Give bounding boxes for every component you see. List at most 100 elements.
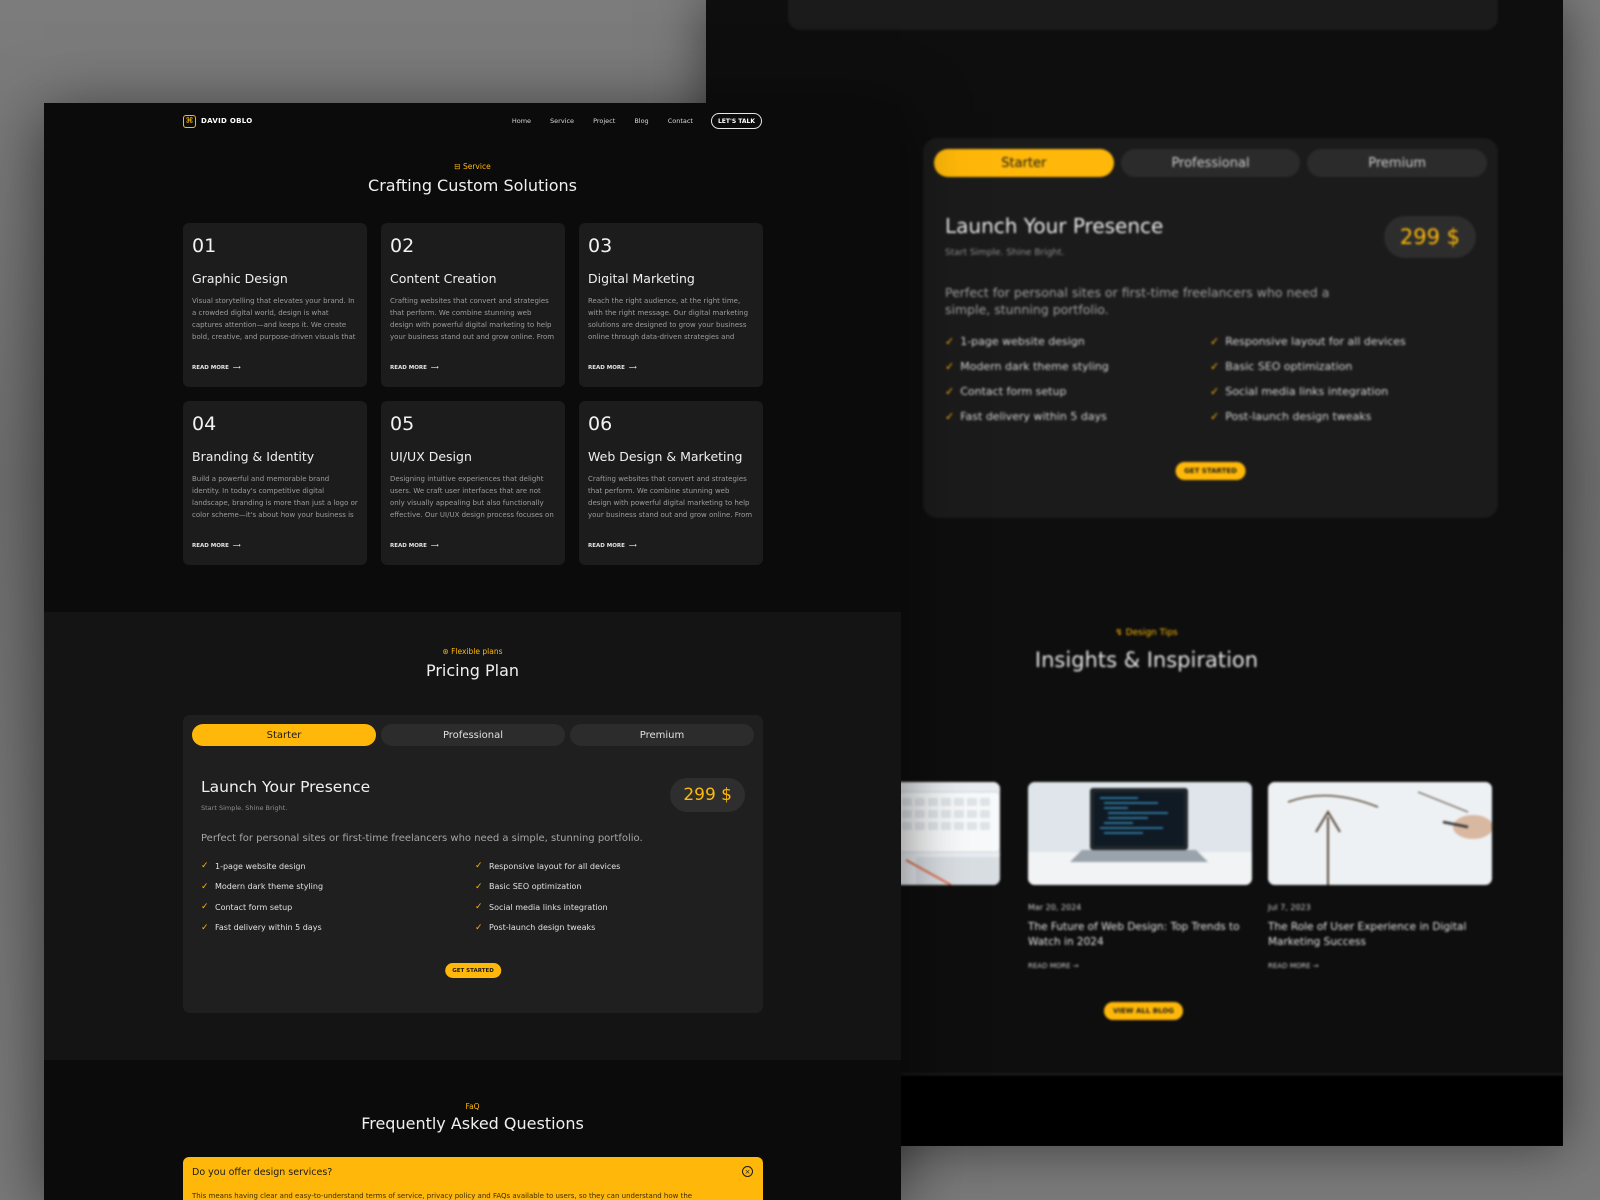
arrow-right-icon: ⟶ [430, 543, 439, 549]
arrow-right-icon: ⟶ [628, 543, 637, 549]
read-more-link[interactable]: READ MORE ⟶ [588, 365, 637, 371]
bg-blog-post-title[interactable]: The Future of Web Design: Top Trends to … [1028, 920, 1252, 950]
lets-talk-button[interactable]: LET'S TALK [710, 113, 762, 129]
faq-question[interactable]: Do you offer design services? [192, 1167, 332, 1178]
service-description: Build a powerful and memorable brand ide… [192, 475, 358, 519]
feature-item: ✓ Contact form setup [201, 902, 293, 912]
service-card[interactable]: 06 Web Design & Marketing Crafting websi… [579, 401, 763, 565]
service-number: 02 [390, 235, 415, 257]
check-icon: ✓ [1210, 409, 1220, 423]
feature-list: ✓ 1-page website design ✓ Responsive layou… [201, 859, 761, 935]
service-card[interactable]: 03 Digital Marketing Reach the right aud… [579, 223, 763, 387]
feature-item: ✓ Basic SEO optimization [475, 881, 582, 892]
read-more-link[interactable]: READ MORE ⟶ [192, 543, 241, 549]
check-icon: ✓ [1210, 384, 1220, 398]
feature-item: ✓ Fast delivery within 5 days [201, 922, 322, 933]
bg-plan-description: Perfect for personal sites or first-time… [945, 285, 1330, 317]
plan-description: Perfect for personal sites or first-time… [201, 833, 643, 844]
service-card[interactable]: 01 Graphic Design Visual storytelling th… [183, 223, 367, 387]
check-icon: ✓ [475, 902, 483, 912]
nav-link-contact[interactable]: Contact [668, 117, 693, 125]
check-icon: ✓ [201, 881, 209, 892]
service-card[interactable]: 05 UI/UX Design Designing intuitive expe… [381, 401, 565, 565]
pricing-tabs: Starter Professional Premium [192, 724, 754, 746]
bg-feature-item: ✓ Modern dark theme styling [945, 359, 1109, 373]
bg-feature-item: ✓ Post-launch design tweaks [1210, 409, 1372, 423]
brand-name[interactable]: DAVID OBLO [201, 117, 252, 125]
faq-title: Frequently Asked Questions [361, 1114, 584, 1133]
services-tag: ⊟ Service [454, 162, 491, 171]
bg-plan-title: Launch Your Presence [945, 214, 1164, 238]
feature-item: ✓ Social media links integration [475, 902, 608, 912]
services-title: Crafting Custom Solutions [368, 176, 577, 195]
bg-blog-post-date: Mar 20, 2024 [1028, 903, 1082, 912]
services-grid: 01 Graphic Design Visual storytelling th… [183, 223, 763, 565]
arrow-right-icon: ⟶ [430, 365, 439, 371]
bg-feature-item: ✓ Basic SEO optimization [1210, 359, 1353, 373]
check-icon: ✓ [201, 861, 209, 871]
tab-professional[interactable]: Professional [381, 724, 565, 746]
bg-feature-item: ✓ Social media links integration [1210, 384, 1389, 398]
tab-premium[interactable]: Premium [570, 724, 754, 746]
pricing-title: Pricing Plan [425, 661, 520, 680]
nav-link-project[interactable]: Project [593, 117, 615, 125]
service-number: 01 [192, 235, 217, 257]
plan-subtitle: Start Simple. Shine Bright. [201, 804, 288, 812]
bg-plan-subtitle: Start Simple. Shine Bright. [945, 248, 1065, 258]
nav-link-service[interactable]: Service [550, 117, 574, 125]
bg-pricing-card: Starter Professional Premium Launch Your… [923, 138, 1498, 518]
bg-view-all-blog-button[interactable]: VIEW ALL BLOG [1104, 1002, 1183, 1020]
read-more-link[interactable]: READ MORE ⟶ [192, 365, 241, 371]
feature-item: ✓ Modern dark theme styling [201, 881, 324, 892]
bg-read-more-link[interactable]: READ MORE → [1028, 962, 1252, 970]
tab-starter[interactable]: Starter [192, 724, 376, 746]
bg-tab-starter[interactable]: Starter [934, 149, 1114, 177]
service-title: Branding & Identity [192, 449, 315, 464]
plan-title: Launch Your Presence [201, 778, 371, 796]
check-icon: ✓ [475, 922, 483, 933]
bg-blog-post-title[interactable]: The Role of User Experience in Digital M… [1268, 920, 1492, 950]
nav-link-home[interactable]: Home [512, 117, 531, 125]
faq-item[interactable]: Do you offer design services? × This mea… [183, 1157, 763, 1200]
foreground-page: ⌘ DAVID OBLO Home Service Project Blog C… [44, 103, 901, 1200]
bg-get-started-button[interactable]: GET STARTED [1175, 462, 1246, 480]
service-description: Designing intuitive experiences that del… [390, 475, 554, 519]
bg-tab-premium[interactable]: Premium [1307, 149, 1488, 177]
arrow-right-icon: → [1072, 962, 1079, 970]
service-title: UI/UX Design [390, 449, 472, 464]
service-number: 05 [390, 413, 415, 435]
service-card[interactable]: 04 Branding & Identity Build a powerful … [183, 401, 367, 565]
bg-blog-post[interactable]: Jul 7, 2023 The Role of User Experience … [1268, 782, 1492, 970]
check-icon: ✓ [1210, 334, 1220, 348]
nav-link-blog[interactable]: Blog [634, 117, 648, 125]
bg-read-more-link[interactable]: READ MORE → [1268, 962, 1492, 970]
read-more-link[interactable]: READ MORE ⟶ [390, 543, 439, 549]
service-number: 06 [588, 413, 613, 435]
bg-blog-post-date: Jul 7, 2023 [1268, 903, 1311, 912]
bg-plan-price: 299 $ [1383, 216, 1476, 258]
check-icon: ✓ [945, 409, 955, 423]
arrow-right-icon: ⟶ [628, 365, 637, 371]
service-card[interactable]: 02 Content Creation Crafting websites th… [381, 223, 565, 387]
navbar: ⌘ DAVID OBLO Home Service Project Blog C… [183, 112, 762, 130]
arrow-right-icon: ⟶ [232, 543, 241, 549]
bg-pricing-tabs: Starter Professional Premium [934, 149, 1488, 177]
read-more-link[interactable]: READ MORE ⟶ [390, 365, 439, 371]
arrow-right-icon: → [1312, 962, 1319, 970]
service-title: Content Creation [390, 271, 497, 286]
faq-answer: This means having clear and easy-to-unde… [192, 1192, 693, 1200]
close-icon[interactable]: × [742, 1166, 753, 1177]
logo-icon[interactable]: ⌘ [183, 114, 196, 128]
check-icon: ✓ [945, 359, 955, 373]
bg-feature-item: ✓ 1-page website design [945, 334, 1085, 348]
pricing-tag: ⊛ Flexible plans [442, 647, 503, 656]
bg-blog-post[interactable]: Mar 20, 2024 The Future of Web Design: T… [1028, 782, 1252, 970]
check-icon: ✓ [475, 861, 483, 871]
bg-feature-item: ✓ Contact form setup [945, 384, 1067, 398]
read-more-link[interactable]: READ MORE ⟶ [588, 543, 637, 549]
get-started-button[interactable]: GET STARTED [445, 963, 501, 978]
sketch-arrow-image [1268, 782, 1492, 885]
bg-tab-professional[interactable]: Professional [1120, 149, 1301, 177]
nav-links: Home Service Project Blog Contact LET'S … [512, 113, 762, 129]
check-icon: ✓ [201, 902, 209, 912]
